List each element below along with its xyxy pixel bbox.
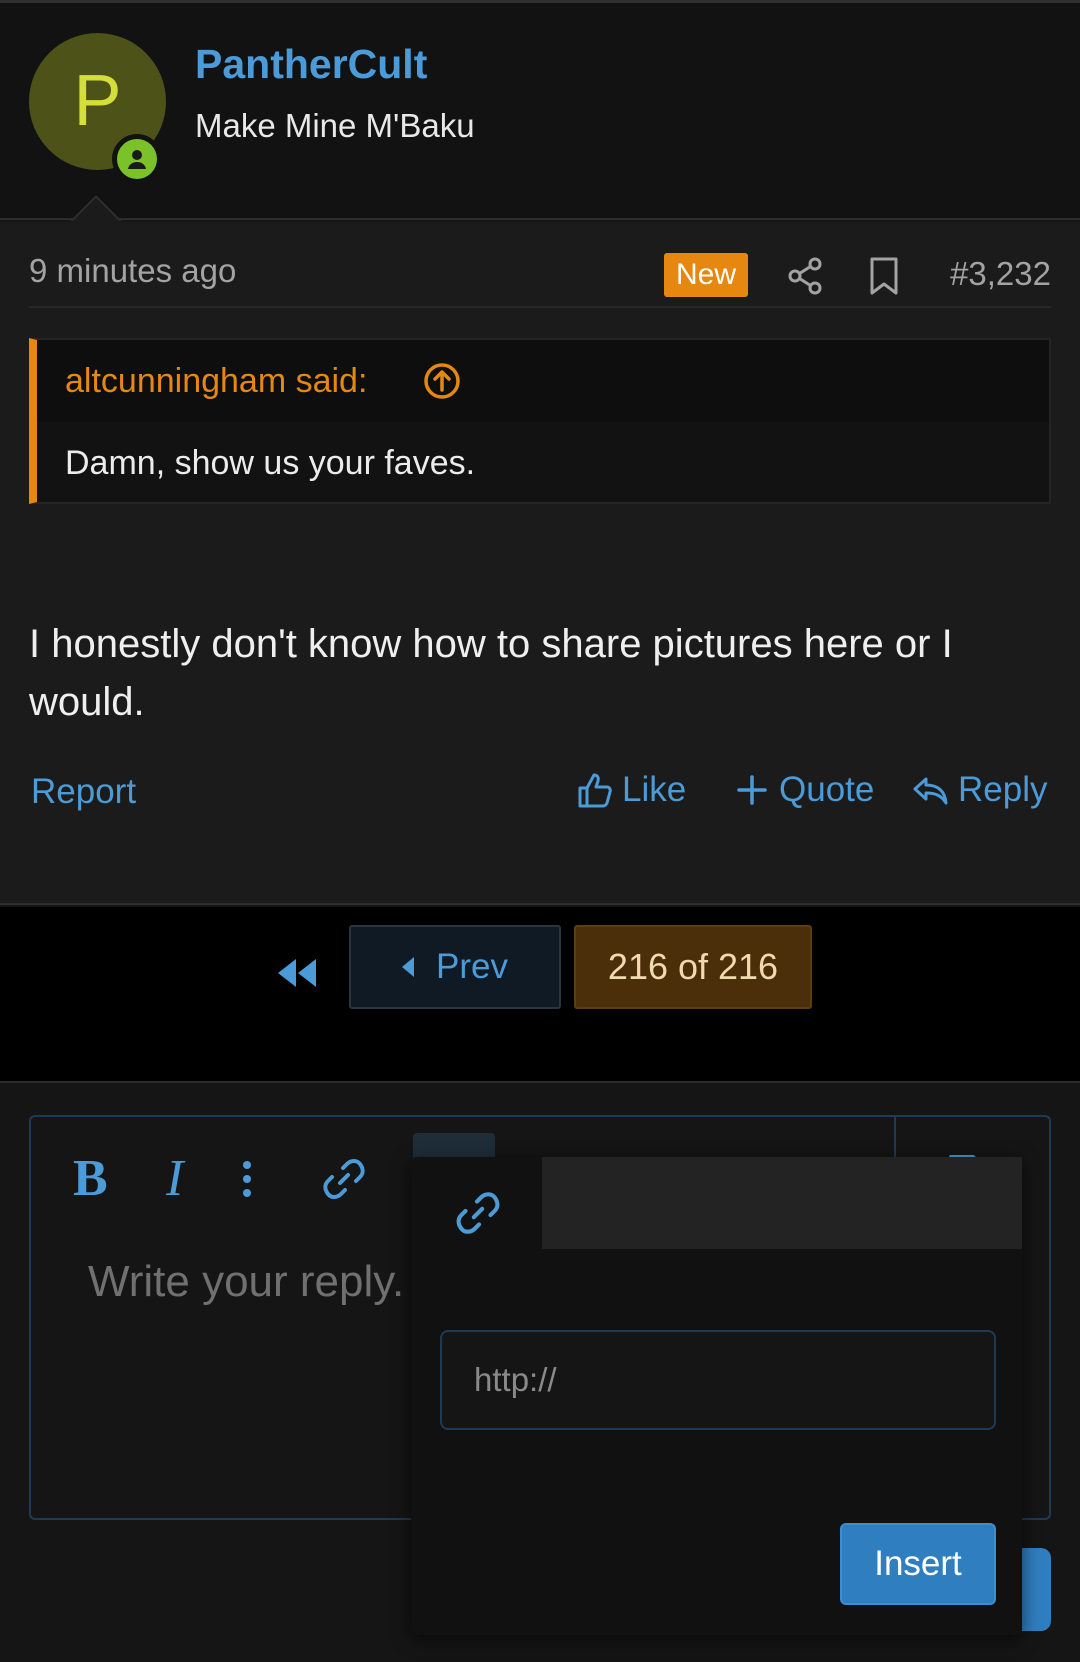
more-vertical-icon[interactable]	[241, 1159, 253, 1199]
quote-block: altcunningham said: Damn, show us your f…	[29, 338, 1051, 504]
avatar-letter: P	[73, 61, 122, 141]
online-status-icon	[112, 134, 162, 184]
thumbs-up-icon	[578, 773, 612, 808]
post-time[interactable]: 9 minutes ago	[29, 252, 236, 290]
double-chevron-left-icon[interactable]	[274, 953, 320, 993]
post-body: I honestly don't know how to share pictu…	[29, 622, 953, 724]
like-label: Like	[622, 770, 687, 809]
quote-button[interactable]: Quote	[733, 770, 874, 810]
like-button[interactable]: Like	[576, 770, 686, 810]
image-url-input[interactable]	[440, 1330, 996, 1430]
username[interactable]: PantherCult	[195, 41, 427, 88]
insert-button[interactable]: Insert	[840, 1523, 996, 1605]
reply-button[interactable]: Reply	[912, 770, 1047, 810]
reply-label: Reply	[958, 770, 1048, 809]
post-user-header: P PantherCult Make Mine M'Baku	[0, 3, 1080, 220]
post-number[interactable]: #3,232	[950, 255, 1051, 293]
pagination: Prev 216 of 216	[0, 907, 1080, 1083]
post: 9 minutes ago New #3,232 altcunningham s…	[0, 222, 1080, 905]
quote-header: altcunningham said:	[37, 340, 1049, 422]
prev-label: Prev	[436, 947, 508, 986]
user-icon	[128, 150, 146, 169]
user-title: Make Mine M'Baku	[195, 107, 475, 144]
link-icon[interactable]	[452, 1187, 504, 1239]
share-icon[interactable]	[786, 256, 826, 296]
italic-icon[interactable]: I	[166, 1149, 183, 1208]
new-badge: New	[664, 253, 748, 297]
prev-page-button[interactable]: Prev	[349, 925, 561, 1009]
report-link[interactable]: Report	[31, 772, 136, 812]
reply-placeholder[interactable]: Write your reply.	[88, 1257, 404, 1307]
quote-text: Damn, show us your faves.	[65, 444, 476, 482]
meta-divider	[29, 306, 1051, 308]
plus-icon	[737, 775, 767, 805]
bold-icon[interactable]: B	[73, 1149, 108, 1208]
arrow-up-circle-icon[interactable]	[422, 361, 462, 401]
page-indicator[interactable]: 216 of 216	[574, 925, 812, 1009]
reply-icon	[913, 777, 948, 805]
bookmark-icon[interactable]	[866, 256, 902, 296]
popup-tab-upload[interactable]	[542, 1157, 1022, 1249]
header-pointer-inner	[72, 198, 120, 222]
link-icon[interactable]	[319, 1154, 369, 1204]
chevron-left-icon	[402, 957, 415, 977]
insert-image-popup: Insert	[411, 1157, 1022, 1635]
quote-label: Quote	[779, 770, 875, 809]
quote-author[interactable]: altcunningham said:	[65, 362, 367, 401]
